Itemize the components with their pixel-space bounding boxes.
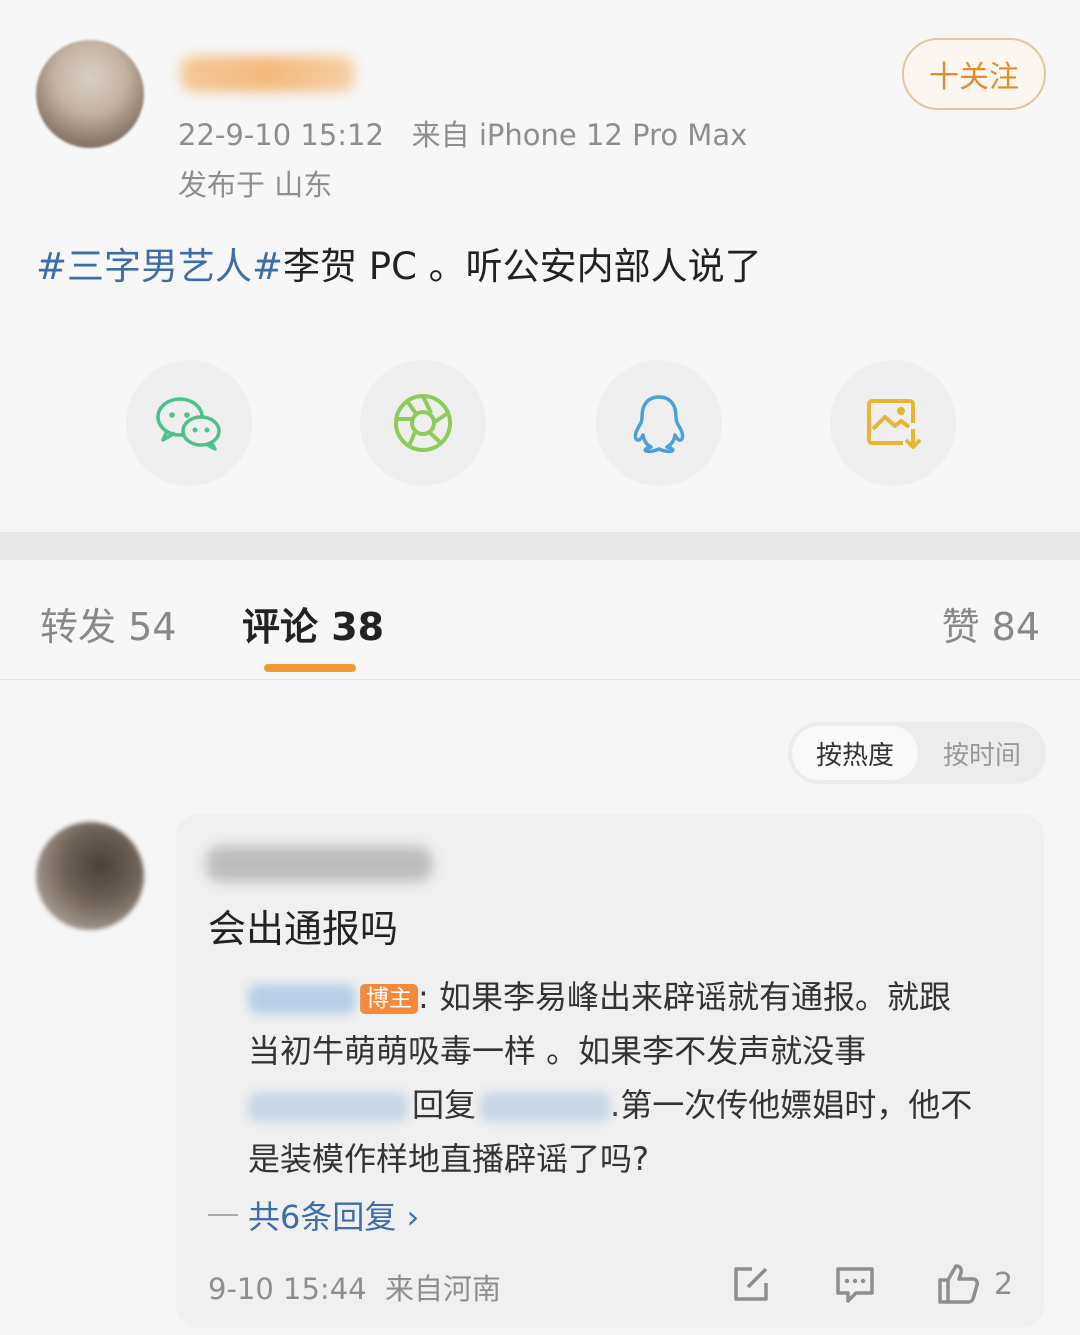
post-meta: 22-9-10 15:12 来自 iPhone 12 Pro Max: [178, 112, 747, 154]
sort-by-time-button[interactable]: 按时间: [922, 726, 1042, 780]
moments-icon: [394, 394, 452, 452]
comment-timestamp: 9-10 15:44: [208, 1272, 367, 1306]
like-count: 2: [994, 1266, 1014, 1302]
comment-reply-button[interactable]: [834, 1262, 876, 1306]
reply-text-4: 是装模作样地直播辟谣了吗?: [248, 1140, 649, 1178]
tab-comment[interactable]: 评论 38: [242, 596, 384, 651]
wechat-icon: [156, 397, 221, 451]
tab-like[interactable]: 赞 84: [942, 596, 1040, 651]
reply-line: 当初牛萌萌吸毒一样 。如果李不发声就没事: [248, 1024, 1018, 1078]
comment-meta: 9-10 15:44 来自河南: [208, 1266, 501, 1308]
edit-share-icon: [734, 1267, 768, 1301]
sort-toggle: 按热度 按时间: [788, 722, 1046, 784]
thumbs-up-icon: [938, 1264, 979, 1304]
commenter-avatar[interactable]: [36, 822, 144, 930]
follow-button[interactable]: 十关注: [902, 38, 1046, 110]
reply-text-3: .第一次传他嫖娼时，他不: [610, 1086, 973, 1124]
reply-dash: [208, 1214, 238, 1216]
post-source: 来自 iPhone 12 Pro Max: [411, 118, 748, 152]
commenter-name-blurred[interactable]: [206, 846, 432, 882]
share-wechat-button[interactable]: [126, 360, 252, 486]
save-image-button[interactable]: [830, 360, 956, 486]
share-qq-button[interactable]: [596, 360, 722, 486]
reply-preview[interactable]: 博主: 如果李易峰出来辟谣就有通报。就跟 当初牛萌萌吸毒一样 。如果李不发声就没…: [248, 970, 1018, 1186]
save-image-icon: [867, 399, 922, 449]
interaction-tabs: 转发 54 评论 38 赞 84: [0, 560, 1080, 680]
comment-like-button[interactable]: 2: [936, 1262, 1013, 1306]
reply-line: 是装模作样地直播辟谣了吗?: [248, 1132, 1018, 1186]
author-name-blurred[interactable]: [180, 56, 355, 92]
active-tab-indicator: [264, 664, 356, 672]
tab-forward[interactable]: 转发 54: [40, 596, 176, 651]
replier-name-blurred[interactable]: [248, 1092, 408, 1122]
sort-by-hot-button[interactable]: 按热度: [792, 726, 918, 780]
comment-share-button[interactable]: [730, 1262, 772, 1306]
reply-line: 博主: 如果李易峰出来辟谣就有通报。就跟: [248, 970, 1018, 1024]
share-moments-button[interactable]: [360, 360, 486, 486]
section-divider: [0, 532, 1080, 560]
blogger-badge: 博主: [360, 984, 418, 1014]
comment-text: 会出通报吗: [208, 907, 399, 951]
post-header: 22-9-10 15:12 来自 iPhone 12 Pro Max 发布于 山…: [0, 0, 1080, 532]
reply-count-label: 共6条回复 ›: [248, 1198, 420, 1236]
post-body: 李贺 PC 。听公安内部人说了: [283, 245, 762, 288]
post-timestamp: 22-9-10 15:12: [178, 118, 384, 152]
view-all-replies-link[interactable]: 共6条回复 ›: [208, 1192, 419, 1238]
reply-word: 回复: [412, 1086, 477, 1124]
reply-text-1: : 如果李易峰出来辟谣就有通报。就跟: [418, 978, 951, 1016]
post-location: 发布于 山东: [178, 168, 333, 202]
author-avatar[interactable]: [36, 40, 144, 148]
comment-source: 来自河南: [385, 1272, 502, 1306]
reply-line: 回复 .第一次传他嫖娼时，他不: [248, 1078, 1018, 1132]
topic-link[interactable]: #三字男艺人#: [36, 245, 283, 288]
comment-icon: [836, 1267, 874, 1303]
reply-target-name-blurred[interactable]: [480, 1092, 611, 1122]
post-content: #三字男艺人#李贺 PC 。听公安内部人说了: [36, 236, 762, 290]
qq-icon: [633, 395, 685, 454]
reply-text-2: 当初牛萌萌吸毒一样 。如果李不发声就没事: [248, 1032, 867, 1070]
blogger-name-blurred[interactable]: [248, 984, 356, 1014]
